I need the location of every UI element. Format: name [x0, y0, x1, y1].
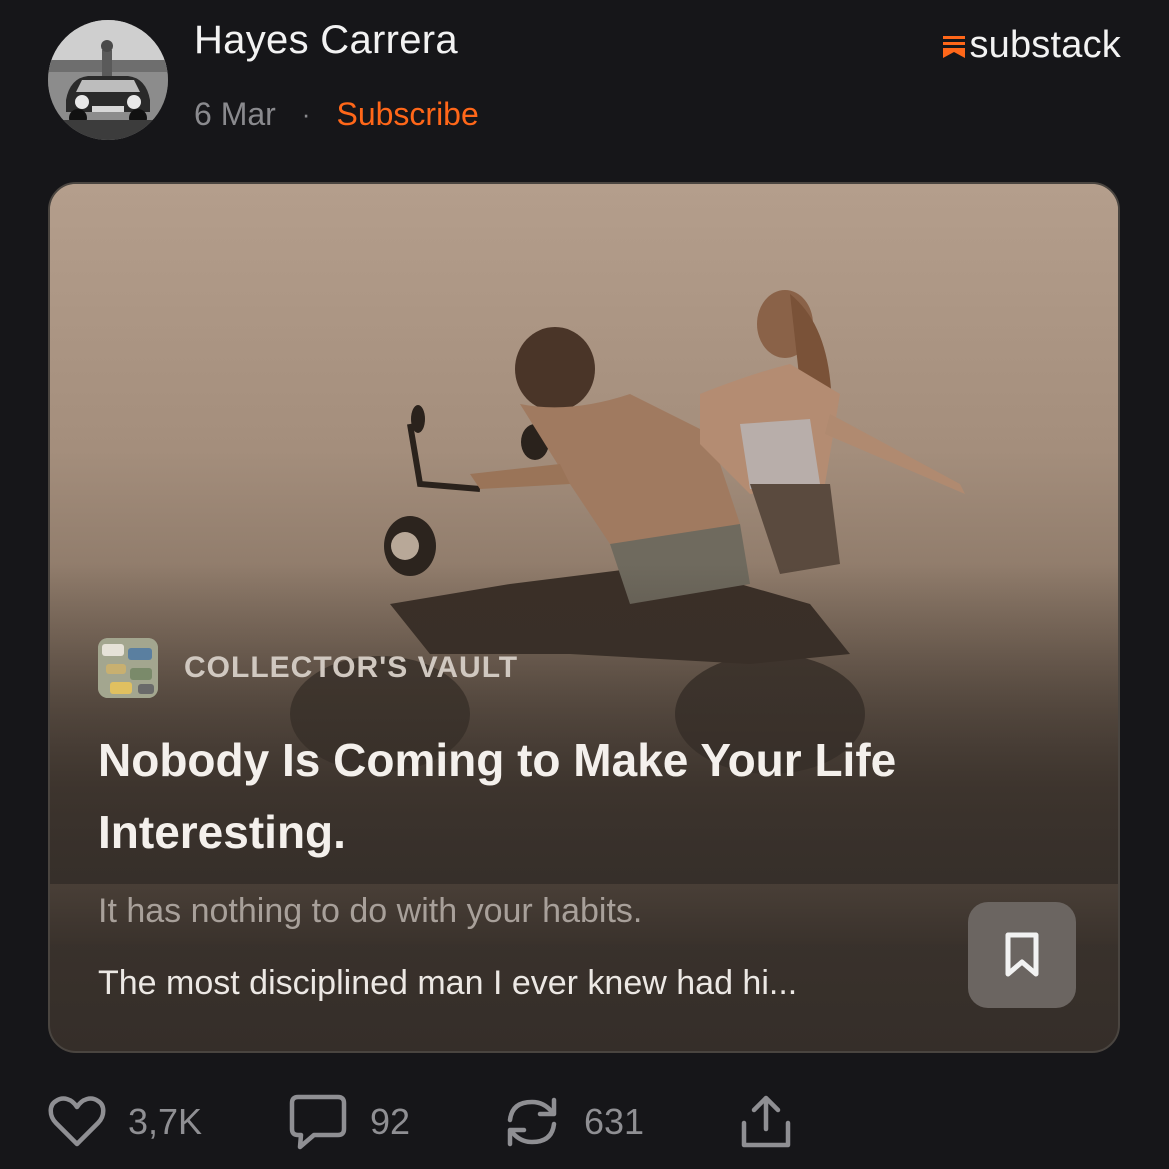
restack-count: 631	[584, 1101, 645, 1142]
like-count: 3,7K	[128, 1101, 203, 1142]
publication-logo	[98, 638, 158, 698]
post-subtitle: It has nothing to do with your habits.	[98, 892, 643, 930]
post-title[interactable]: Nobody Is Coming to Make Your Life Inter…	[98, 724, 918, 868]
meta-separator: ·	[301, 99, 311, 129]
like-button[interactable]: 3,7K	[48, 1090, 202, 1154]
author-avatar[interactable]	[48, 20, 168, 140]
publication-row[interactable]: COLLECTOR'S VAULT	[98, 638, 518, 698]
publication-logo-image	[98, 638, 158, 698]
restack-button[interactable]: 631	[502, 1090, 644, 1154]
post-excerpt: The most disciplined man I ever knew had…	[98, 964, 798, 1002]
subscribe-button[interactable]: Subscribe	[336, 96, 478, 133]
substack-wordmark: substack	[969, 24, 1121, 66]
share-button[interactable]	[738, 1090, 794, 1154]
comment-button[interactable]: 92	[288, 1090, 410, 1154]
post-card[interactable]: COLLECTOR'S VAULT Nobody Is Coming to Ma…	[48, 182, 1120, 1053]
post-date: 6 Mar	[194, 96, 276, 132]
post-actions: 3,7K 92 631	[48, 1090, 1120, 1154]
substack-icon	[943, 35, 966, 58]
restack-icon	[507, 1097, 557, 1147]
share-icon	[741, 1095, 791, 1148]
post-meta: 6 Mar · Subscribe	[194, 96, 479, 133]
avatar-car-image	[48, 20, 168, 140]
post-page: Hayes Carrera 6 Mar · Subscribe substack	[0, 0, 1169, 1169]
substack-logo[interactable]: substack	[943, 24, 1121, 67]
bookmark-button[interactable]	[968, 902, 1076, 1008]
author-name[interactable]: Hayes Carrera	[194, 18, 458, 63]
comment-count: 92	[370, 1101, 411, 1142]
publication-name: COLLECTOR'S VAULT	[184, 651, 519, 684]
comment-icon	[289, 1094, 347, 1150]
heart-icon	[48, 1096, 106, 1147]
bookmark-icon	[1005, 932, 1039, 977]
